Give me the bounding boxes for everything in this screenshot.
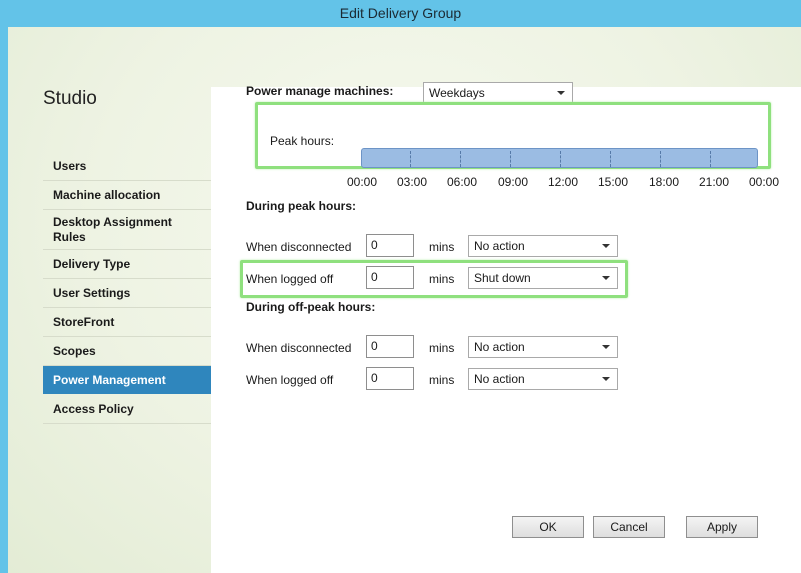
nav-item-label: Access Policy (53, 401, 134, 416)
mins-unit: mins (429, 341, 455, 355)
tick-label: 18:00 (649, 175, 680, 189)
nav-item-label: Delivery Type (53, 256, 131, 271)
peak-disconnected-action-value: No action (474, 239, 525, 253)
cancel-button[interactable]: Cancel (593, 516, 665, 538)
edit-delivery-group-window: Edit Delivery Group Studio Users Machine… (0, 0, 801, 573)
nav-item-machine-allocation[interactable]: Machine allocation (43, 181, 211, 210)
nav-item-label: Desktop Assignment Rules (53, 214, 172, 244)
nav-item-storefront[interactable]: StoreFront (43, 308, 211, 337)
peak-logged-off-label: When logged off (246, 272, 334, 286)
mins-unit: mins (429, 240, 455, 254)
offpeak-logged-off-label: When logged off (246, 373, 334, 387)
nav-item-label: Scopes (53, 343, 96, 358)
tick-label: 15:00 (598, 175, 629, 189)
peak-hours-bar[interactable] (361, 148, 758, 168)
tick-label: 00:00 (347, 175, 378, 189)
nav-item-label: Machine allocation (53, 187, 161, 202)
peak-logged-off-mins-input[interactable]: 0 (366, 266, 414, 289)
apply-button[interactable]: Apply (686, 516, 758, 538)
studio-title: Studio (43, 88, 97, 109)
window-client-area: Studio Users Machine allocation Desktop … (8, 27, 801, 573)
power-manage-value: Weekdays (429, 86, 485, 100)
mins-unit: mins (429, 272, 455, 286)
nav-item-access-policy[interactable]: Access Policy (43, 395, 211, 424)
offpeak-logged-off-mins-input[interactable]: 0 (366, 367, 414, 390)
offpeak-disconnected-label: When disconnected (246, 341, 352, 355)
chevron-down-icon (602, 345, 610, 349)
chevron-down-icon (602, 244, 610, 248)
offpeak-logged-off-action-value: No action (474, 372, 525, 386)
tick-label: 12:00 (548, 175, 579, 189)
ok-button[interactable]: OK (512, 516, 584, 538)
peak-hours-label: Peak hours: (270, 134, 335, 148)
offpeak-logged-off-action-select[interactable]: No action (468, 368, 618, 390)
peak-logged-off-action-value: Shut down (474, 271, 531, 285)
nav-item-label: Power Management (53, 372, 166, 387)
window-title: Edit Delivery Group (339, 5, 462, 21)
peak-tick-1500 (610, 151, 611, 167)
offpeak-disconnected-action-value: No action (474, 340, 525, 354)
tick-label: 03:00 (397, 175, 428, 189)
chevron-down-icon (602, 276, 610, 280)
nav-item-label: User Settings (53, 285, 131, 300)
peak-tick-2100 (710, 151, 711, 167)
nav-item-label: StoreFront (53, 314, 115, 329)
peak-tick-0300 (410, 151, 411, 167)
peak-tick-0900 (510, 151, 511, 167)
peak-disconnected-label: When disconnected (246, 240, 352, 254)
peak-section-heading: During peak hours: (246, 199, 357, 213)
peak-disconnected-action-select[interactable]: No action (468, 235, 618, 257)
peak-tick-0600 (460, 151, 461, 167)
peak-tick-1200 (560, 151, 561, 167)
power-management-panel: Power manage machines: Weekdays Peak hou… (211, 82, 801, 573)
offpeak-disconnected-mins-input[interactable]: 0 (366, 335, 414, 358)
mins-unit: mins (429, 373, 455, 387)
tick-label: 00:00 (749, 175, 780, 189)
offpeak-disconnected-action-select[interactable]: No action (468, 336, 618, 358)
nav-item-user-settings[interactable]: User Settings (43, 279, 211, 308)
chevron-down-icon (602, 377, 610, 381)
power-manage-select[interactable]: Weekdays (423, 82, 573, 104)
tick-label: 06:00 (447, 175, 478, 189)
power-manage-label: Power manage machines: (246, 84, 394, 98)
peak-logged-off-action-select[interactable]: Shut down (468, 267, 618, 289)
nav-item-users[interactable]: Users (43, 152, 211, 181)
nav-item-scopes[interactable]: Scopes (43, 337, 211, 366)
wizard-navigation: Users Machine allocation Desktop Assignm… (43, 152, 223, 452)
tick-label: 21:00 (699, 175, 730, 189)
nav-item-label: Users (53, 158, 87, 173)
tick-label: 09:00 (498, 175, 529, 189)
nav-item-power-management[interactable]: Power Management (43, 366, 223, 394)
chevron-down-icon (557, 91, 565, 95)
offpeak-section-heading: During off-peak hours: (246, 300, 376, 314)
peak-tick-1800 (660, 151, 661, 167)
nav-item-desktop-assignment-rules[interactable]: Desktop Assignment Rules (43, 210, 211, 250)
nav-item-delivery-type[interactable]: Delivery Type (43, 250, 211, 279)
peak-disconnected-mins-input[interactable]: 0 (366, 234, 414, 257)
